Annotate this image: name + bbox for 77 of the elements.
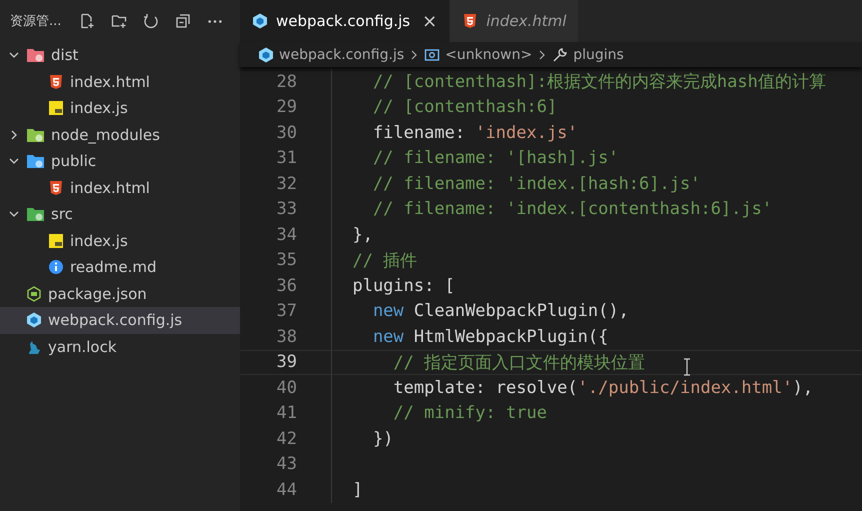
- code-line: // filename: 'index.[contenthash:6].js': [372, 199, 772, 220]
- folder-icon: [26, 47, 45, 64]
- folder-item[interactable]: public: [0, 148, 240, 174]
- js-file-icon: [48, 232, 64, 249]
- cube-icon: [26, 312, 42, 328]
- code-line: new CleanWebpackPlugin(),: [372, 301, 629, 322]
- line-number: 38: [276, 326, 297, 347]
- line-number: 44: [276, 480, 297, 500]
- breadcrumb-item[interactable]: plugins: [552, 46, 624, 62]
- breadcrumb-item[interactable]: <unknown>: [424, 46, 532, 62]
- chevron-icon: [410, 48, 418, 60]
- file-item[interactable]: index.js: [0, 228, 240, 254]
- file-item[interactable]: package.json: [0, 280, 240, 307]
- code-line: // filename: 'index.[hash:6].js': [372, 174, 700, 194]
- file-item[interactable]: index.html: [0, 68, 240, 95]
- line-number: 29: [276, 97, 297, 118]
- code-line: filename: 'index.js': [372, 122, 578, 143]
- wrench-icon: [552, 46, 568, 62]
- variable-icon: [424, 46, 440, 62]
- code-line: plugins: [: [351, 276, 455, 296]
- folder-item[interactable]: node_modules: [0, 122, 240, 148]
- html-file-icon: [462, 13, 478, 29]
- more-icon: [208, 20, 222, 22]
- folder-item[interactable]: src: [0, 201, 240, 228]
- line-number: 32: [276, 174, 297, 194]
- file-item[interactable]: yarn.lock: [0, 334, 240, 360]
- code-line: // [contenthash:6]: [372, 97, 558, 118]
- line-number: 39: [276, 352, 297, 372]
- breadcrumb-item[interactable]: webpack.config.js: [258, 46, 404, 62]
- code-line: template: resolve('./public/index.html'),: [392, 378, 814, 398]
- new-file-icon: [79, 13, 96, 29]
- line-number: 35: [276, 250, 297, 270]
- text-cursor-icon: [683, 358, 691, 376]
- line-number: 33: [276, 199, 297, 220]
- line-number: 31: [276, 148, 297, 168]
- file-item[interactable]: readme.md: [0, 254, 240, 280]
- folder-icon: [26, 153, 45, 170]
- file-item[interactable]: index.html: [0, 174, 240, 201]
- cube-icon: [258, 46, 274, 62]
- code-line: // 插件: [351, 250, 418, 272]
- line-number: 37: [276, 301, 297, 322]
- editor-tab[interactable]: index.html: [450, 0, 580, 42]
- js-file-icon: [48, 100, 64, 116]
- close-icon[interactable]: ×: [422, 10, 438, 32]
- line-number: 43: [276, 454, 297, 474]
- new-folder-icon: [111, 13, 128, 29]
- html-file-icon: [48, 74, 64, 90]
- collapse-icon: [175, 13, 192, 29]
- line-number: 41: [276, 403, 297, 424]
- line-number: 40: [276, 378, 297, 398]
- refresh-icon: [143, 13, 160, 29]
- line-number: 34: [276, 224, 297, 245]
- hexagon-icon: [26, 286, 42, 302]
- cube-icon: [252, 13, 268, 29]
- file-item[interactable]: index.js: [0, 95, 240, 122]
- code-line: new HtmlWebpackPlugin({: [372, 326, 608, 347]
- chevron-icon: [538, 48, 546, 60]
- code-line: // [contenthash]:根据文件的内容来完成hash值的计算: [372, 71, 826, 94]
- line-number: 42: [276, 428, 297, 449]
- line-number: 28: [276, 72, 297, 92]
- line-number: 30: [276, 122, 297, 143]
- code-line: // minify: true: [392, 403, 547, 424]
- html-file-icon: [48, 180, 64, 196]
- cat-icon: [26, 338, 42, 355]
- folder-icon: [26, 126, 45, 143]
- editor-tab[interactable]: webpack.config.js ×: [240, 0, 450, 42]
- file-item[interactable]: webpack.config.js: [0, 307, 240, 334]
- code-line: // filename: '[hash].js': [372, 148, 619, 168]
- folder-item[interactable]: dist: [0, 42, 240, 68]
- explorer-title: 资源管...: [10, 13, 62, 30]
- code-line: // 指定页面入口文件的模块位置: [392, 352, 646, 374]
- code-line: ]: [351, 480, 363, 500]
- folder-icon: [26, 206, 45, 222]
- code-line: }): [372, 428, 394, 449]
- line-number: 36: [276, 276, 297, 296]
- info-icon: [48, 259, 64, 276]
- code-line: },: [351, 224, 373, 245]
